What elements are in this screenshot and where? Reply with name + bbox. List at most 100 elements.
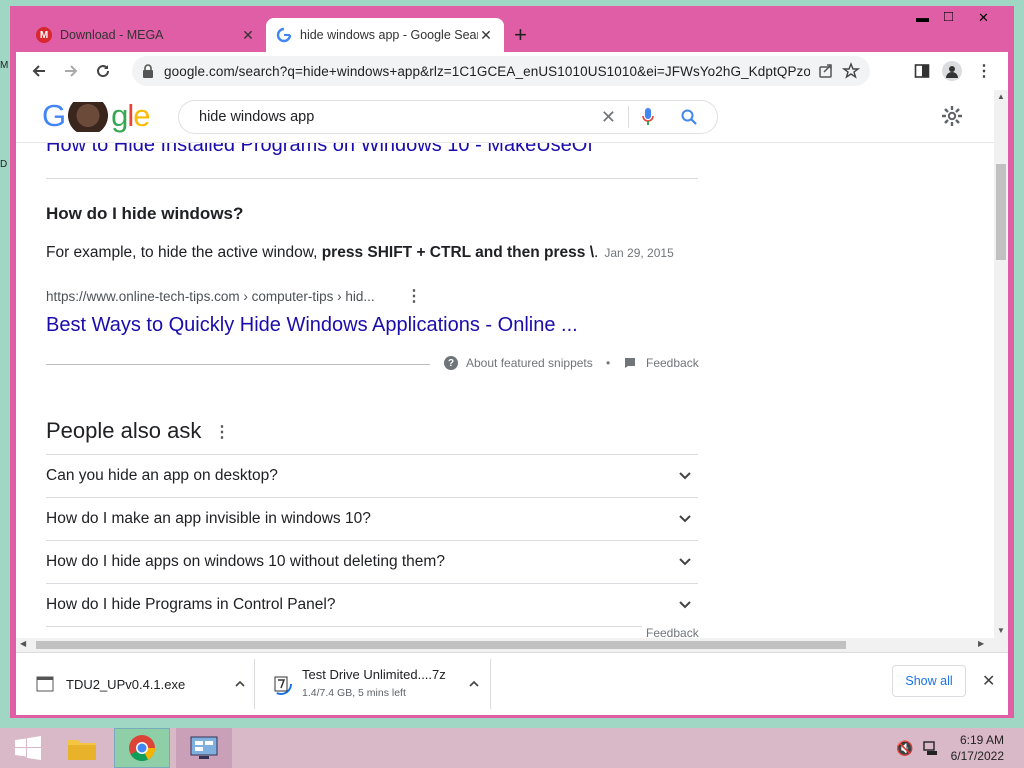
minimize-button[interactable]: ▬ — [916, 10, 929, 25]
feedback-icon — [625, 358, 635, 368]
search-icon[interactable] — [681, 109, 697, 125]
about-label: About featured snippets — [466, 356, 593, 370]
download-filename: Test Drive Unlimited....7z — [302, 667, 446, 682]
new-tab-button[interactable]: + — [514, 24, 527, 46]
feedback-label: Feedback — [646, 356, 699, 370]
chevron-up-icon[interactable] — [468, 678, 480, 690]
scroll-left-arrow-icon[interactable]: ◀ — [20, 639, 26, 648]
scrollbar-thumb[interactable] — [36, 641, 846, 649]
paa-question[interactable]: How do I hide Programs in Control Panel? — [46, 583, 698, 627]
vertical-scrollbar[interactable]: ▲ ▼ — [994, 90, 1008, 638]
mega-icon: M — [36, 27, 52, 43]
doodle-image — [65, 102, 112, 132]
forward-arrow-icon — [65, 65, 78, 77]
paa-question-text: How do I make an app invisible in window… — [46, 510, 371, 527]
snippet-text: For example, to hide the active window, — [46, 244, 322, 261]
paa-question[interactable]: How do I hide apps on windows 10 without… — [46, 540, 698, 583]
download-filename: TDU2_UPv0.4.1.exe — [66, 676, 186, 692]
address-url: google.com/search?q=hide+windows+app&rlz… — [164, 63, 810, 79]
windows-logo-icon — [15, 736, 41, 760]
google-logo[interactable]: Ggle — [42, 98, 151, 134]
close-tab-icon[interactable]: ✕ — [478, 27, 494, 44]
close-window-button[interactable]: ✕ — [978, 10, 989, 26]
people-also-ask-heading: People also ask — [46, 418, 202, 443]
back-button[interactable] — [28, 60, 50, 82]
bullet-separator: • — [606, 356, 611, 370]
search-input[interactable]: hide windows app — [179, 109, 601, 125]
browser-menu-icon[interactable]: ⋮ — [974, 61, 994, 81]
microphone-icon[interactable] — [641, 107, 655, 127]
scrollbar-thumb[interactable] — [996, 164, 1006, 260]
chevron-down-icon — [679, 558, 691, 566]
tab-mega[interactable]: M Download - MEGA ✕ — [26, 18, 266, 52]
about-featured-snippets-link[interactable]: ? About featured snippets — [444, 356, 593, 370]
download-shelf: TDU2_UPv0.4.1.exe Test Drive Unlimited..… — [16, 652, 1008, 715]
result-cite[interactable]: https://www.online-tech-tips.com › compu… — [46, 289, 375, 304]
exe-file-icon — [36, 676, 54, 692]
profile-avatar-icon[interactable] — [942, 61, 962, 81]
divider — [490, 659, 491, 709]
forward-button[interactable] — [60, 60, 82, 82]
snippet-bold-text: press SHIFT + CTRL and then press \ — [321, 244, 595, 261]
clear-search-icon[interactable]: ✕ — [601, 107, 616, 128]
clock-date: 6/17/2022 — [950, 749, 1004, 763]
settings-gear-icon[interactable] — [940, 104, 964, 128]
featured-snippet-text: For example, to hide the active window, … — [46, 244, 674, 262]
folder-icon — [68, 740, 96, 760]
close-download-shelf-icon[interactable]: ✕ — [982, 671, 995, 691]
lock-icon — [143, 64, 153, 78]
divider — [46, 178, 698, 179]
paa-more-options-icon[interactable]: ⋮ — [214, 422, 230, 442]
tab-title: hide windows app - Google Sear — [300, 28, 478, 42]
chrome-taskbar-button[interactable] — [114, 728, 170, 768]
control-panel-taskbar-button[interactable] — [176, 728, 232, 768]
feedback-link[interactable]: Feedback — [624, 356, 699, 370]
download-progress-text: 1.4/7.4 GB, 5 mins left — [302, 687, 406, 699]
start-button[interactable] — [0, 728, 56, 768]
show-all-downloads-button[interactable]: Show all — [892, 665, 966, 697]
paa-question-text: How do I hide apps on windows 10 without… — [46, 553, 445, 570]
control-panel-icon — [190, 736, 218, 759]
download-item[interactable]: Test Drive Unlimited....7z 1.4/7.4 GB, 5… — [270, 661, 480, 707]
paa-question[interactable]: Can you hide an app on desktop? — [46, 454, 698, 497]
chevron-up-icon[interactable] — [234, 678, 246, 690]
system-clock[interactable]: 6:19 AM 6/17/2022 — [951, 732, 1004, 764]
chrome-icon — [129, 735, 156, 762]
side-panel-icon[interactable] — [912, 61, 932, 81]
page-content: Ggle hide windows app ✕ How to Hide Inst… — [16, 90, 1008, 638]
snippet-date: Jan 29, 2015 — [604, 246, 674, 260]
bookmark-star-icon — [842, 62, 860, 79]
search-box[interactable]: hide windows app ✕ — [178, 100, 718, 134]
close-tab-icon[interactable]: ✕ — [240, 27, 256, 44]
desktop-label-d: D — [0, 159, 8, 170]
clock-time: 6:19 AM — [959, 733, 1004, 747]
volume-muted-icon[interactable]: 🔇 — [896, 740, 913, 757]
paa-feedback-link[interactable]: Feedback — [642, 626, 699, 638]
tab-strip: M Download - MEGA ✕ hide windows app - G… — [10, 6, 1014, 52]
divider — [46, 364, 430, 365]
paa-question-text: Can you hide an app on desktop? — [46, 467, 278, 484]
paa-question[interactable]: How do I make an app invisible in window… — [46, 497, 698, 540]
tab-title: Download - MEGA — [60, 28, 164, 42]
divider — [254, 659, 255, 709]
scroll-right-arrow-icon[interactable]: ▶ — [978, 639, 984, 648]
chevron-down-icon — [679, 515, 691, 523]
browser-toolbar: google.com/search?q=hide+windows+app&rlz… — [16, 52, 1008, 90]
download-item[interactable]: TDU2_UPv0.4.1.exe — [36, 661, 246, 707]
maximize-button[interactable]: □ — [944, 8, 953, 25]
horizontal-scrollbar[interactable]: ◀ ▶ — [16, 638, 1008, 652]
divider — [628, 106, 629, 128]
reload-button[interactable] — [92, 60, 114, 82]
browser-window: M Download - MEGA ✕ hide windows app - G… — [10, 6, 1014, 718]
network-icon[interactable] — [922, 740, 938, 761]
file-explorer-taskbar-button[interactable] — [54, 728, 110, 768]
paa-question-text: How do I hide Programs in Control Panel? — [46, 596, 336, 613]
address-bar[interactable]: google.com/search?q=hide+windows+app&rlz… — [132, 56, 870, 86]
featured-result-title[interactable]: Best Ways to Quickly Hide Windows Applic… — [46, 314, 578, 337]
scroll-up-arrow-icon[interactable]: ▲ — [997, 92, 1005, 101]
scroll-down-arrow-icon[interactable]: ▼ — [997, 626, 1005, 635]
result-more-options-icon[interactable]: ⋮ — [406, 286, 422, 306]
windows-taskbar: 🔇 6:19 AM 6/17/2022 — [0, 728, 1024, 768]
reload-icon — [97, 65, 110, 78]
tab-google-search[interactable]: hide windows app - Google Sear ✕ — [266, 18, 504, 52]
